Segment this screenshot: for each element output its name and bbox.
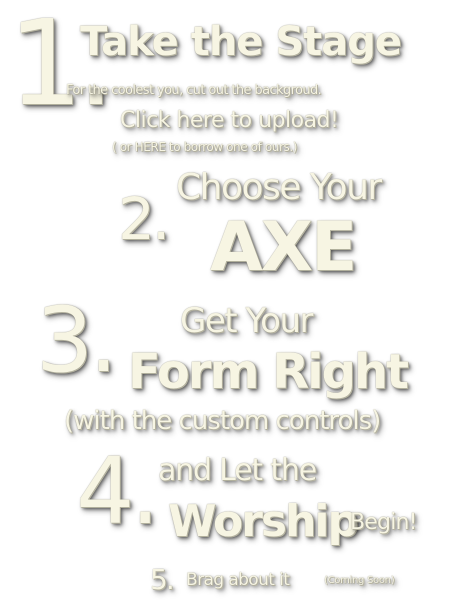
step-5-text: Brag about it — [186, 570, 290, 590]
step-2-title: Choose Your — [176, 167, 382, 208]
step-4-begin: Begin! — [350, 510, 417, 535]
step-4-line-1: and Let the — [158, 453, 317, 488]
borrow-link[interactable]: ( or HERE to borrow one of ours.) — [112, 141, 297, 153]
step-2-number: 2. — [118, 185, 170, 253]
step-4-number: 4. — [76, 438, 160, 545]
step-3-line-2: Form Right — [128, 344, 409, 400]
step-3-line-3: (with the custom controls) — [64, 406, 381, 436]
step-1-title: Take the Stage — [80, 19, 402, 65]
upload-link[interactable]: Click here to upload! — [120, 110, 339, 132]
step-3-number: 3. — [36, 288, 118, 393]
step-5-number: 5. — [150, 563, 175, 596]
step-3-line-1: Get Your — [180, 301, 314, 341]
step-1-subtitle: For the coolest you, cut out the backgro… — [66, 83, 322, 98]
step-5-note: (Coming Soon) — [324, 575, 395, 586]
step-2-axe: AXE — [210, 208, 358, 287]
step-4-worship: Worship — [168, 496, 359, 547]
